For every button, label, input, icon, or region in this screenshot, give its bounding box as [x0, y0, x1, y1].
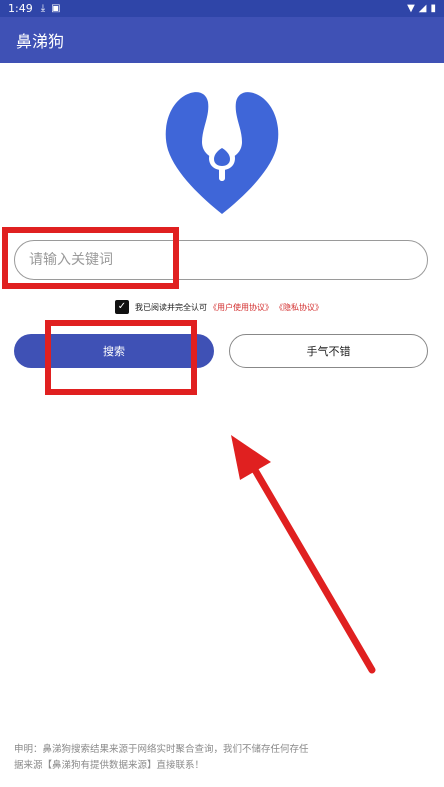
agreement-text: 我已阅读并完全认可 [135, 302, 207, 312]
wifi-icon: ▼ [407, 3, 415, 14]
lucky-button[interactable]: 手气不错 [229, 334, 428, 368]
disclaimer-line-2: 据来源【鼻涕狗有提供数据来源】直接联系！ [14, 760, 205, 771]
disclaimer: 申明：鼻涕狗搜索结果来源于网络实时聚合查询，我们不储存任何存任 据来源【鼻涕狗有… [14, 742, 434, 774]
status-bar: 1:49 ⤓ ▣ ▼ ◢ ▮ [0, 0, 444, 17]
annotation-box-search-button [45, 320, 197, 395]
disclaimer-line-1: 申明：鼻涕狗搜索结果来源于网络实时聚合查询，我们不储存任何存任 [14, 744, 309, 755]
annotation-box-search-input [2, 227, 179, 289]
battery-icon: ▮ [430, 3, 436, 14]
agreement-checkbox[interactable]: ✓ [115, 300, 129, 314]
notification-icon: ▣ [51, 3, 61, 14]
user-agreement-link[interactable]: 《用户使用协议》 [209, 302, 273, 313]
app-bar: 鼻涕狗 [0, 17, 444, 63]
nose-drop-logo [165, 92, 279, 214]
status-time: 1:49 [8, 2, 33, 15]
download-icon: ⤓ [40, 3, 46, 14]
status-right-icons: ▼ ◢ ▮ [407, 3, 436, 14]
app-title: 鼻涕狗 [16, 32, 65, 51]
privacy-policy-link[interactable]: 《隐私协议》 [275, 302, 323, 313]
agreement-row: ✓ 我已阅读并完全认可 《用户使用协议》 《隐私协议》 [115, 299, 323, 315]
lucky-button-label: 手气不错 [306, 345, 351, 358]
signal-icon: ◢ [418, 3, 427, 14]
